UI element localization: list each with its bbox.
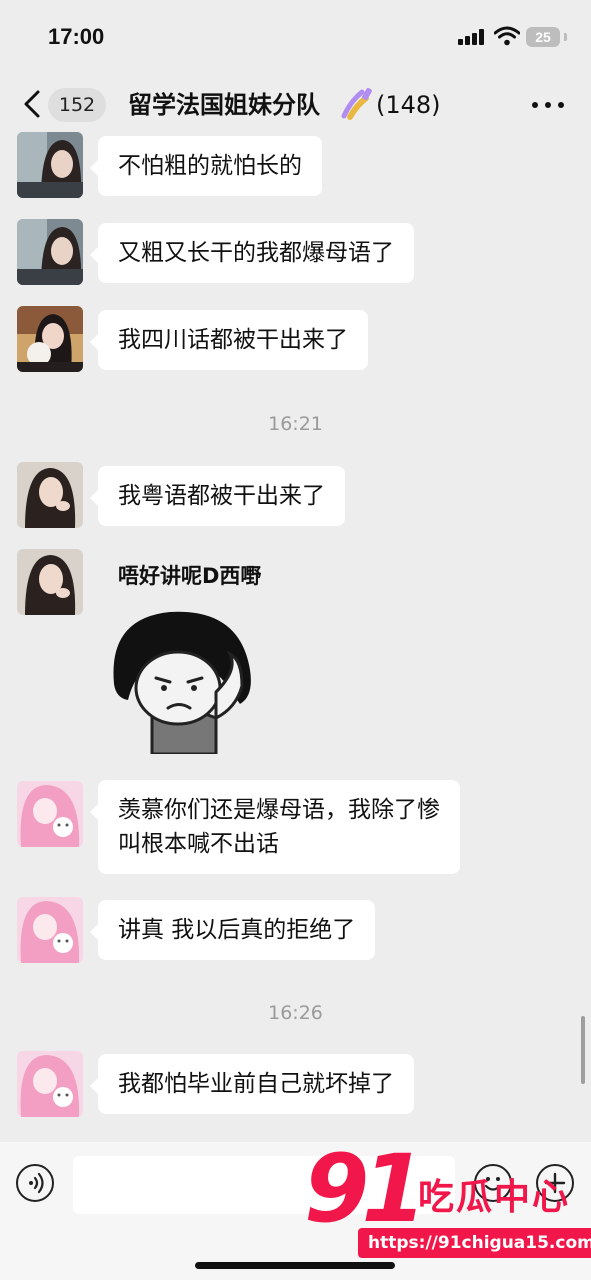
watermark-logo-digits: 91 [304,1135,427,1244]
member-count: (148) [376,91,441,119]
site-watermark: 91 吃瓜中心 https://91chigua15.com [300,1140,591,1266]
more-options-icon[interactable] [532,102,564,110]
message-text: 我粤语都被干出来了 [118,483,325,509]
message-bubble[interactable]: 我粤语都被干出来了 [90,466,345,526]
avatar[interactable] [17,306,83,372]
back-arrow-icon[interactable] [18,86,48,122]
status-time: 17:00 [48,24,105,49]
message-bubble[interactable]: 我四川话都被干出来了 [90,310,368,370]
watermark-logo-text: 吃瓜中心 [418,1177,571,1218]
cellular-signal-icon [458,29,486,45]
scrollbar[interactable] [581,1016,585,1084]
voice-input-button[interactable] [16,1164,54,1202]
avatar[interactable] [17,132,83,198]
message-text-line: 叫根本喊不出话 [118,831,279,857]
message-bubble[interactable]: 羡慕你们还是爆母语，我除了惨 叫根本喊不出话 [90,780,460,874]
chat-title: 留学法国姐妹分队 [128,91,320,119]
battery-level: 25 [535,29,551,45]
voice-wave-icon [29,1172,44,1194]
avatar[interactable] [17,462,83,528]
avatar[interactable] [17,781,83,847]
avatar[interactable] [17,219,83,285]
message-text: 我都怕毕业前自己就坏掉了 [118,1071,394,1097]
message-bubble[interactable]: 不怕粗的就怕长的 [90,136,322,196]
message-text-line: 羡慕你们还是爆母语，我除了惨 [118,797,440,823]
nail-polish-emoji-icon [341,88,372,120]
message-bubble[interactable]: 讲真 我以后真的拒绝了 [89,900,376,960]
battery-icon: 25 [526,27,560,47]
unread-count-badge[interactable]: 152 [48,88,106,122]
message-text: 又粗又长干的我都爆母语了 [118,240,394,266]
watermark-url: https://91chigua15.com [358,1228,591,1258]
battery-cap [564,33,567,41]
home-indicator [195,1262,395,1269]
status-bar: 17:00 25 [0,0,591,72]
sticker-caption: 唔好讲呢D西嘢 [118,564,262,588]
meme-sticker[interactable] [108,600,258,754]
message-bubble[interactable]: 又粗又长干的我都爆母语了 [90,223,414,283]
avatar[interactable] [17,549,83,615]
message-bubble[interactable]: 我都怕毕业前自己就坏掉了 [90,1054,414,1114]
message-text: 讲真 我以后真的拒绝了 [118,917,356,943]
message-text: 我四川话都被干出来了 [118,327,348,353]
avatar[interactable] [17,897,83,963]
message-text: 不怕粗的就怕长的 [118,153,302,179]
message-timestamp: 16:26 [268,1002,323,1024]
wifi-icon [494,26,520,46]
chat-header: 152 留学法国姐妹分队 (148) [0,72,591,136]
avatar[interactable] [17,1051,83,1117]
message-timestamp: 16:21 [268,413,323,435]
